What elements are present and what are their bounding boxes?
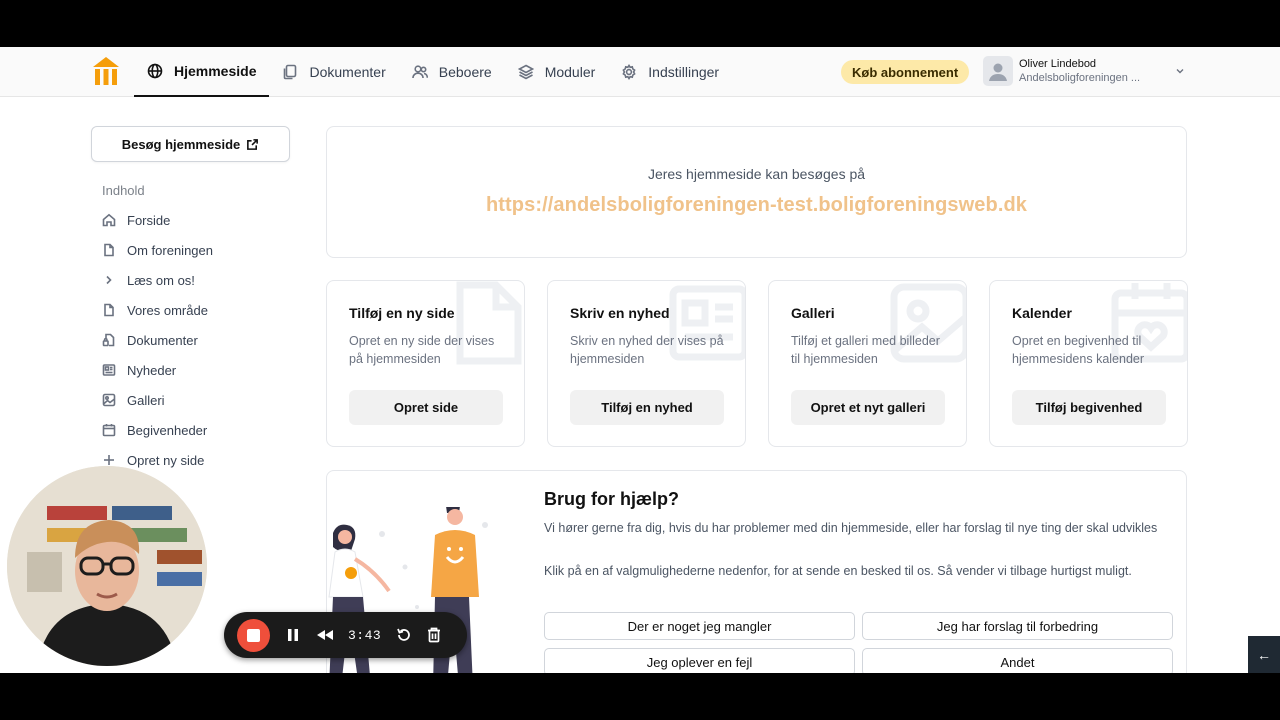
newspaper-icon bbox=[102, 364, 116, 376]
stop-icon bbox=[247, 628, 260, 642]
buy-subscription-button[interactable]: Køb abonnement bbox=[841, 60, 970, 84]
chevron-right-icon bbox=[106, 275, 112, 285]
calendar-icon bbox=[102, 424, 116, 437]
help-title: Brug for hjælp? bbox=[544, 489, 679, 509]
documents-icon bbox=[284, 64, 297, 80]
card-news: Skriv en nyhed Skriv en nyhed der vises … bbox=[547, 280, 746, 447]
sidebar-item-label: Om foreningen bbox=[127, 242, 213, 258]
sidebar-item-label: Læs om os! bbox=[127, 272, 195, 288]
nav-label: Hjemmeside bbox=[174, 63, 257, 79]
trash-icon[interactable] bbox=[425, 626, 443, 644]
nav-label: Indstillinger bbox=[648, 64, 720, 80]
help-description: Vi hører gerne fra dig, hvis du har prob… bbox=[544, 521, 1158, 535]
sidebar-item-label: Nyheder bbox=[127, 362, 177, 378]
sidebar-heading: Indhold bbox=[102, 183, 145, 198]
add-event-button[interactable]: Tilføj begivenhed bbox=[1012, 390, 1166, 425]
card-calendar: Kalender Opret en begivenhed til hjemmes… bbox=[989, 280, 1188, 447]
website-url-card: Jeres hjemmeside kan besøges på https://… bbox=[326, 126, 1187, 258]
webcam-feed bbox=[7, 466, 207, 666]
nav-label: Beboere bbox=[438, 64, 492, 80]
stop-recording-button[interactable] bbox=[237, 618, 270, 652]
nav-label: Dokumenter bbox=[309, 64, 386, 80]
user-icon bbox=[989, 63, 1007, 81]
user-name: Oliver Lindebod bbox=[1019, 58, 1097, 70]
file-icon bbox=[104, 243, 114, 257]
screen-recorder-controls: 3:43 bbox=[224, 612, 467, 658]
user-organization: Andelsboligforeningen ... bbox=[1019, 72, 1141, 84]
sidebar-item-forside[interactable]: Forside bbox=[102, 205, 213, 235]
user-details: Oliver Lindebod Andelsboligforeningen ..… bbox=[1019, 57, 1169, 85]
pause-icon[interactable] bbox=[284, 626, 302, 644]
nav-label: Moduler bbox=[544, 64, 596, 80]
card-gallery: Galleri Tilføj et galleri med billeder t… bbox=[768, 280, 967, 447]
sidebar-item-label: Vores område bbox=[127, 302, 208, 318]
card-description: Opret en begivenhed til hjemmesidens kal… bbox=[1012, 334, 1145, 366]
restart-icon[interactable] bbox=[395, 626, 413, 644]
sidebar-item-galleri[interactable]: Galleri bbox=[102, 385, 213, 415]
file-icon bbox=[104, 303, 114, 317]
main-nav: Hjemmeside Dokumenter Beboere Moduler In… bbox=[134, 47, 732, 97]
card-description: Opret en ny side der vises på hjemmeside… bbox=[349, 334, 495, 366]
create-page-button[interactable]: Opret side bbox=[349, 390, 503, 425]
home-icon bbox=[102, 213, 116, 227]
visit-website-button[interactable]: Besøg hjemmeside bbox=[91, 126, 290, 162]
card-new-page: Tilføj en ny side Opret en ny side der v… bbox=[326, 280, 525, 447]
recording-time: 3:43 bbox=[348, 627, 382, 643]
nav-item-indstillinger[interactable]: Indstillinger bbox=[608, 47, 732, 97]
create-gallery-button[interactable]: Opret et nyt galleri bbox=[791, 390, 945, 425]
report-bug-button[interactable]: Jeg oplever en fejl bbox=[544, 648, 855, 673]
layers-icon bbox=[517, 64, 534, 80]
visit-website-label: Besøg hjemmeside bbox=[121, 136, 241, 152]
card-title: Galleri bbox=[791, 305, 835, 321]
collapse-panel-button[interactable]: ← bbox=[1248, 636, 1280, 673]
gallery-icon bbox=[102, 393, 116, 407]
sidebar-item-nyheder[interactable]: Nyheder bbox=[102, 355, 213, 385]
nav-item-dokumenter[interactable]: Dokumenter bbox=[269, 47, 398, 97]
external-link-icon bbox=[247, 138, 259, 150]
user-menu[interactable]: Oliver Lindebod Andelsboligforeningen ..… bbox=[983, 56, 1185, 86]
sidebar-item-vores-omraade[interactable]: Vores område bbox=[102, 295, 213, 325]
globe-icon bbox=[147, 63, 163, 79]
file-lock-icon bbox=[102, 333, 115, 347]
sidebar-item-laes-om-os[interactable]: Læs om os! bbox=[102, 265, 213, 295]
other-button[interactable]: Andet bbox=[862, 648, 1173, 673]
chevron-down-icon bbox=[1176, 69, 1184, 74]
gear-icon bbox=[622, 64, 636, 80]
suggestion-button[interactable]: Jeg har forslag til forbedring bbox=[862, 612, 1173, 640]
users-icon bbox=[411, 65, 428, 79]
card-description: Skriv en nyhed der vises på hjemmesiden bbox=[570, 334, 724, 366]
missing-feature-button[interactable]: Der er noget jeg mangler bbox=[544, 612, 855, 640]
rewind-icon[interactable] bbox=[316, 626, 334, 644]
nav-item-moduler[interactable]: Moduler bbox=[505, 47, 609, 97]
help-instructions: Klik på en af valgmulighederne nedenfor,… bbox=[544, 564, 1132, 578]
plus-icon bbox=[104, 455, 114, 465]
add-news-button[interactable]: Tilføj en nyhed bbox=[570, 390, 724, 425]
sidebar-item-label: Forside bbox=[127, 212, 171, 228]
sidebar-item-label: Dokumenter bbox=[127, 332, 198, 348]
sidebar-content-list: Forside Om foreningen Læs om os! Vores o… bbox=[102, 205, 213, 475]
nav-item-hjemmeside[interactable]: Hjemmeside bbox=[134, 47, 270, 97]
nav-item-beboere[interactable]: Beboere bbox=[399, 47, 505, 97]
card-title: Tilføj en ny side bbox=[349, 305, 455, 321]
card-title: Kalender bbox=[1012, 305, 1072, 321]
sidebar-item-label: Galleri bbox=[127, 392, 165, 408]
website-url-link[interactable]: https://andelsboligforeningen-test.bolig… bbox=[327, 194, 1186, 217]
quick-action-cards: Tilføj en ny side Opret en ny side der v… bbox=[326, 280, 1188, 447]
webcam-overlay[interactable] bbox=[7, 466, 207, 666]
website-url-label: Jeres hjemmeside kan besøges på bbox=[647, 166, 866, 182]
sidebar-item-begivenheder[interactable]: Begivenheder bbox=[102, 415, 213, 445]
card-description: Tilføj et galleri med billeder til hjemm… bbox=[791, 334, 940, 366]
sidebar-item-label: Begivenheder bbox=[127, 422, 208, 438]
sidebar-item-label: Opret ny side bbox=[127, 452, 205, 468]
avatar bbox=[983, 56, 1013, 86]
sidebar-item-dokumenter[interactable]: Dokumenter bbox=[102, 325, 213, 355]
logo-icon[interactable] bbox=[92, 55, 120, 87]
top-navigation: Hjemmeside Dokumenter Beboere Moduler In… bbox=[0, 47, 1280, 97]
sidebar-item-om-foreningen[interactable]: Om foreningen bbox=[102, 235, 213, 265]
card-title: Skriv en nyhed bbox=[570, 305, 670, 321]
